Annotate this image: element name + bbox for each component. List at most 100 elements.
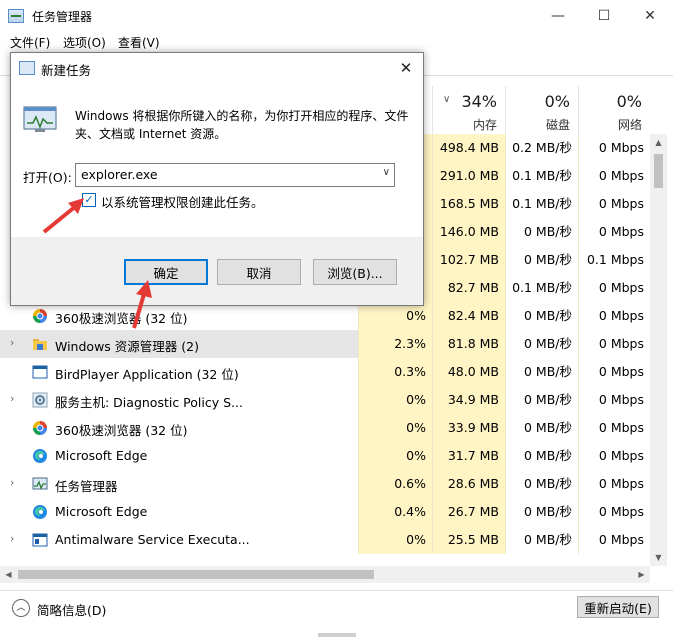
- annotation-arrow-checkbox-icon: [42, 198, 84, 234]
- disk-cell: 0 MB/秒: [505, 470, 578, 498]
- dialog-close-icon[interactable]: ✕: [395, 57, 417, 79]
- process-name-cell[interactable]: › Windows 资源管理器 (2): [0, 330, 358, 358]
- 360-browser-icon: [32, 420, 48, 436]
- process-name: 任务管理器: [55, 479, 118, 494]
- process-name: BirdPlayer Application (32 位): [55, 367, 239, 382]
- process-name: 360极速浏览器 (32 位): [55, 311, 188, 326]
- table-row[interactable]: Microsoft Edge 0.4% 26.7 MB 0 MB/秒 0 Mbps: [0, 498, 650, 526]
- network-cell: 0 Mbps: [578, 134, 650, 162]
- process-name-cell[interactable]: BirdPlayer Application (32 位): [0, 358, 358, 386]
- process-name-cell[interactable]: 360极速浏览器 (32 位): [0, 414, 358, 442]
- table-row[interactable]: 360极速浏览器 (32 位) 0% 33.9 MB 0 MB/秒 0 Mbps: [0, 414, 650, 442]
- browse-button[interactable]: 浏览(B)...: [313, 259, 397, 285]
- close-button[interactable]: ✕: [627, 0, 673, 32]
- memory-cell: 34.9 MB: [432, 386, 505, 414]
- cpu-cell: 0%: [358, 386, 432, 414]
- memory-label: 内存: [472, 118, 497, 132]
- disk-cell: 0 MB/秒: [505, 414, 578, 442]
- process-name-cell[interactable]: › 服务主机: Diagnostic Policy S...: [0, 386, 358, 414]
- dialog-description: Windows 将根据你所键入的名称，为你打开相应的程序、文件夹、文档或 Int…: [75, 109, 409, 141]
- gear-icon: [32, 392, 48, 408]
- table-row[interactable]: › Antimalware Service Executa... 0% 25.5 MB…: [0, 526, 650, 554]
- scroll-right-icon[interactable]: ▶: [633, 566, 650, 583]
- process-name-cell[interactable]: › 任务管理器: [0, 470, 358, 498]
- horizontal-scrollbar[interactable]: ◀ ▶: [0, 566, 650, 583]
- scroll-down-icon[interactable]: ▼: [650, 549, 667, 566]
- table-row[interactable]: › Windows 资源管理器 (2) 2.3% 81.8 MB 0 MB/秒 0 Mbp…: [0, 330, 650, 358]
- memory-cell: 82.7 MB: [432, 274, 505, 302]
- column-header-network[interactable]: 0% 网络: [578, 86, 650, 134]
- new-task-dialog: 新建任务 ✕ Windows 将根据你所键入的名称，为你打开相应的程序、文件夹、…: [10, 52, 424, 306]
- minimize-button[interactable]: —: [535, 0, 581, 32]
- memory-cell: 102.7 MB: [432, 246, 505, 274]
- process-name-cell[interactable]: Microsoft Edge: [0, 442, 358, 470]
- network-cell: 0 Mbps: [578, 470, 650, 498]
- defender-icon: [32, 532, 48, 548]
- menu-options[interactable]: 选项(O): [63, 34, 106, 51]
- network-cell: 0 Mbps: [578, 358, 650, 386]
- chevron-up-icon[interactable]: ︿: [12, 599, 30, 617]
- maximize-button[interactable]: ☐: [581, 0, 627, 32]
- admin-checkbox-label[interactable]: 以系统管理权限创建此任务。: [101, 192, 264, 211]
- cpu-cell: 2.3%: [358, 330, 432, 358]
- table-row[interactable]: › 任务管理器 0.6% 28.6 MB 0 MB/秒 0 Mbps: [0, 470, 650, 498]
- run-icon: [19, 61, 35, 75]
- open-combobox[interactable]: explorer.exe ∨: [75, 163, 395, 187]
- disk-cell: 0 MB/秒: [505, 526, 578, 554]
- process-name-cell[interactable]: › Antimalware Service Executa...: [0, 526, 358, 554]
- memory-cell: 81.8 MB: [432, 330, 505, 358]
- vertical-scrollbar[interactable]: ▲ ▼: [650, 134, 667, 566]
- scroll-up-icon[interactable]: ▲: [650, 134, 667, 151]
- column-header-disk[interactable]: 0% 磁盘: [505, 86, 578, 134]
- table-row[interactable]: 360极速浏览器 (32 位) 0% 82.4 MB 0 MB/秒 0 Mbps: [0, 302, 650, 330]
- restart-button[interactable]: 重新启动(E): [577, 596, 659, 618]
- network-percent: 0%: [616, 92, 642, 111]
- table-row[interactable]: BirdPlayer Application (32 位) 0.3% 48.0 MB…: [0, 358, 650, 386]
- network-cell: 0 Mbps: [578, 526, 650, 554]
- process-name-cell[interactable]: 360极速浏览器 (32 位): [0, 302, 358, 330]
- table-row[interactable]: › 服务主机: Diagnostic Policy S... 0% 34.9 MB 0 …: [0, 386, 650, 414]
- disk-cell: 0 MB/秒: [505, 246, 578, 274]
- dialog-titlebar: 新建任务 ✕: [11, 53, 423, 83]
- scroll-left-icon[interactable]: ◀: [0, 566, 17, 583]
- expand-chevron-icon[interactable]: ›: [10, 532, 20, 545]
- network-cell: 0.1 Mbps: [578, 246, 650, 274]
- process-name: Microsoft Edge: [55, 448, 148, 463]
- expand-chevron-icon[interactable]: ›: [10, 336, 20, 349]
- scroll-thumb[interactable]: [654, 154, 663, 188]
- hscroll-thumb[interactable]: [18, 570, 374, 579]
- disk-cell: 0 MB/秒: [505, 330, 578, 358]
- task-manager-titlebar: 任务管理器 — ☐ ✕: [0, 0, 673, 32]
- memory-cell: 33.9 MB: [432, 414, 505, 442]
- column-header-memory[interactable]: ∨ 34% 内存: [432, 86, 505, 134]
- network-cell: 0 Mbps: [578, 162, 650, 190]
- memory-cell: 168.5 MB: [432, 190, 505, 218]
- menu-file[interactable]: 文件(F): [10, 34, 50, 51]
- chevron-down-icon[interactable]: ∨: [383, 167, 390, 178]
- process-name-cell[interactable]: Microsoft Edge: [0, 498, 358, 526]
- cancel-button[interactable]: 取消: [217, 259, 301, 285]
- sort-chevron-icon: ∨: [443, 94, 451, 105]
- menu-view[interactable]: 查看(V): [118, 34, 160, 51]
- window-title: 任务管理器: [32, 10, 93, 24]
- disk-cell: 0.1 MB/秒: [505, 190, 578, 218]
- memory-cell: 146.0 MB: [432, 218, 505, 246]
- task-manager-icon: [8, 9, 24, 23]
- network-cell: 0 Mbps: [578, 498, 650, 526]
- expand-chevron-icon[interactable]: ›: [10, 476, 20, 489]
- disk-percent: 0%: [544, 92, 570, 111]
- cpu-cell: 0%: [358, 302, 432, 330]
- network-label: 网络: [617, 118, 642, 132]
- annotation-arrow-ok-icon: [132, 280, 152, 329]
- open-input[interactable]: explorer.exe: [81, 167, 158, 182]
- menu-bar: 文件(F) 选项(O) 查看(V): [0, 32, 673, 52]
- expand-chevron-icon[interactable]: ›: [10, 392, 20, 405]
- 360-browser-icon: [32, 308, 48, 324]
- edge-icon: [32, 448, 48, 464]
- table-row[interactable]: Microsoft Edge 0% 31.7 MB 0 MB/秒 0 Mbps: [0, 442, 650, 470]
- process-name: 服务主机: Diagnostic Policy S...: [55, 395, 243, 410]
- edge-icon: [32, 504, 48, 520]
- disk-cell: 0.1 MB/秒: [505, 274, 578, 302]
- less-details-link[interactable]: 简略信息(D): [37, 600, 106, 619]
- network-cell: 0 Mbps: [578, 218, 650, 246]
